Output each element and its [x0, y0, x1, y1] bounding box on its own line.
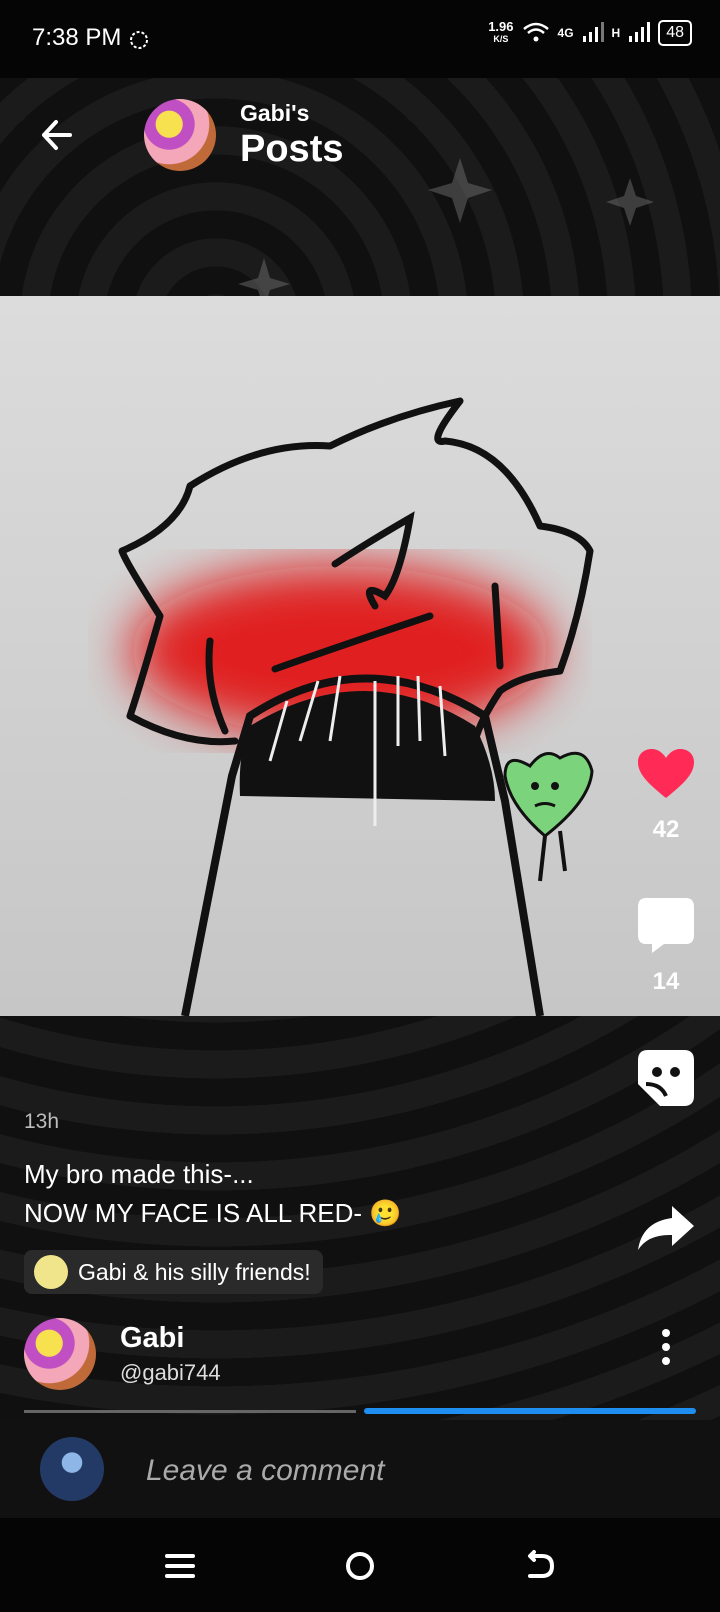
- network-speed: 1.96 K/S: [488, 19, 514, 45]
- share-arrow-icon[interactable]: [636, 1204, 696, 1252]
- wifi-icon: [522, 21, 550, 46]
- progress-active: [364, 1408, 696, 1414]
- like-heart-icon[interactable]: [636, 748, 696, 800]
- recent-apps-button[interactable]: [160, 1546, 200, 1586]
- system-navigation-bar: [0, 1518, 720, 1612]
- author-name[interactable]: Gabi: [120, 1322, 184, 1355]
- battery-indicator: 48: [658, 20, 692, 46]
- back-navigation-button[interactable]: [520, 1546, 560, 1586]
- network-speed-unit: K/S: [493, 34, 509, 44]
- comment-input[interactable]: [144, 1448, 648, 1494]
- caption-line-2-text: NOW MY FACE IS ALL RED-: [24, 1198, 363, 1228]
- home-button[interactable]: [340, 1546, 380, 1586]
- signal-icon-secondary: [628, 21, 651, 46]
- network-label-secondary: H: [611, 26, 621, 40]
- header-title: Posts: [240, 128, 344, 170]
- more-options-button[interactable]: [654, 1325, 678, 1369]
- status-bar: 7:38 PM 1.96 K/S 4G H 48: [0, 0, 720, 78]
- community-name: Gabi & his silly friends!: [78, 1258, 311, 1285]
- caption-line-1: My bro made this-...: [24, 1159, 254, 1189]
- signal-icon: [582, 21, 604, 46]
- notification-icon: [127, 29, 151, 51]
- network-label: 4G: [557, 26, 574, 40]
- profile-avatar[interactable]: [144, 99, 216, 171]
- comment-count: 14: [652, 968, 680, 995]
- posts-header: [0, 78, 720, 310]
- like-count: 42: [652, 816, 680, 843]
- back-button[interactable]: [36, 112, 82, 158]
- header-subtitle: Gabi's: [240, 100, 310, 126]
- comment-bubble-icon[interactable]: [636, 897, 696, 957]
- status-time: 7:38 PM: [32, 24, 122, 51]
- author-avatar[interactable]: [24, 1318, 96, 1390]
- sticker-icon[interactable]: [636, 1048, 696, 1108]
- community-chip[interactable]: Gabi & his silly friends!: [24, 1250, 323, 1294]
- author-handle: @gabi744: [120, 1360, 221, 1385]
- current-user-avatar[interactable]: [40, 1437, 104, 1501]
- community-avatar: [34, 1255, 68, 1289]
- post-timestamp: 13h: [24, 1110, 60, 1133]
- network-speed-value: 1.96: [488, 19, 514, 34]
- post-image[interactable]: [0, 296, 720, 1016]
- progress-track: [24, 1410, 356, 1413]
- post-caption: My bro made this-... NOW MY FACE IS ALL …: [24, 1155, 604, 1233]
- emoji: 🥲: [369, 1198, 402, 1228]
- caption-line-2: NOW MY FACE IS ALL RED- 🥲: [24, 1194, 604, 1233]
- drawing-illustration: [118, 397, 594, 1016]
